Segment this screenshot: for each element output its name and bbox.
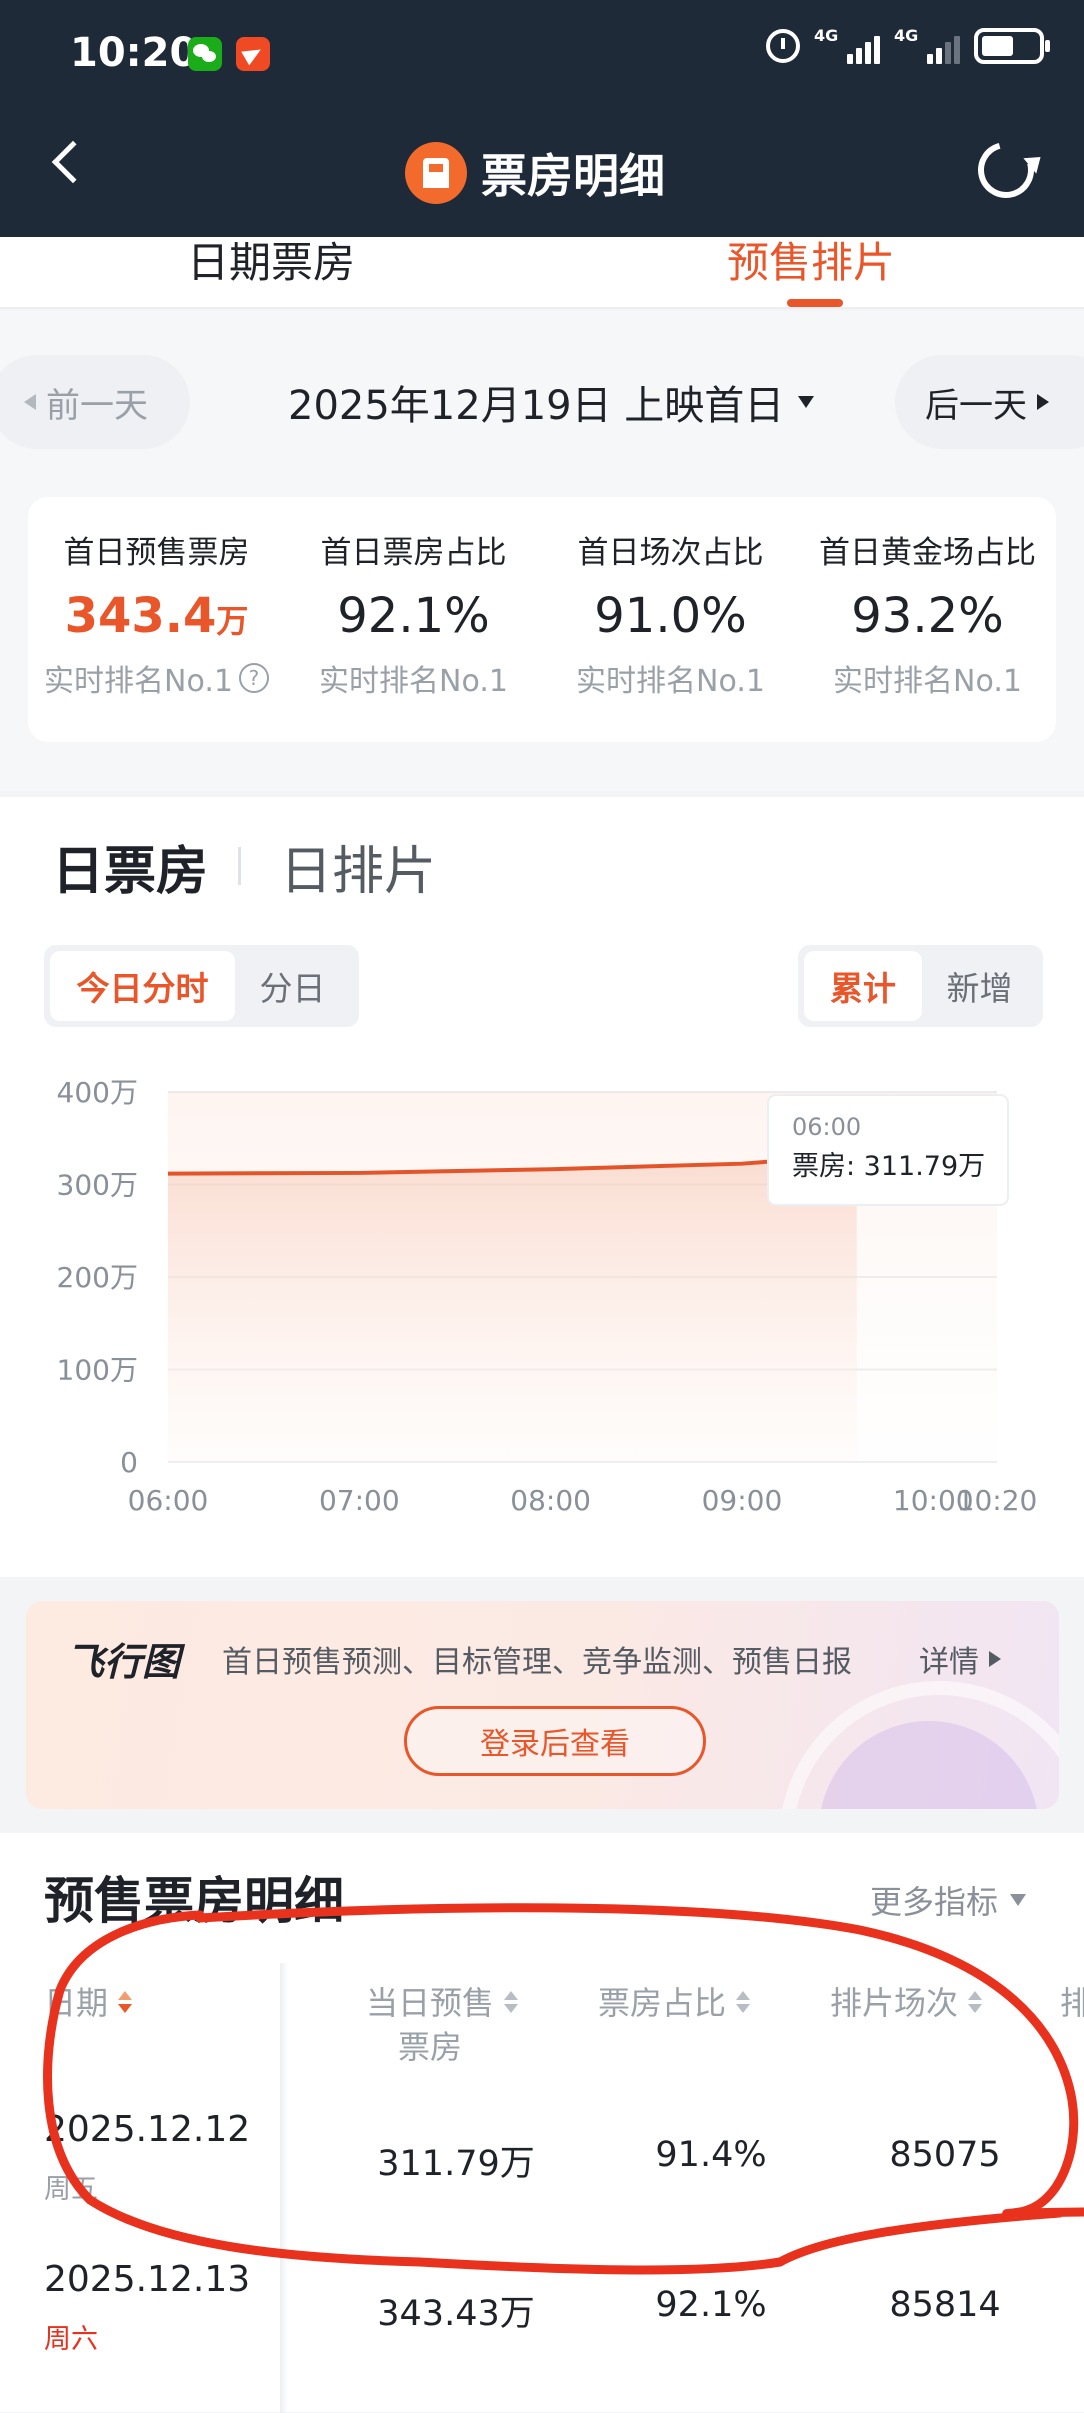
alarm-icon: [766, 29, 800, 63]
tab-presale-schedule[interactable]: 预售排片: [727, 229, 895, 290]
sort-icon: [504, 1991, 519, 2013]
table-title: 预售票房明细: [44, 1872, 344, 1930]
toggle-incremental[interactable]: 新增: [922, 951, 1037, 1021]
battery-icon: [974, 28, 1050, 64]
row-date: 2025.12.13: [44, 2259, 251, 2300]
x-tick-label: 06:00: [128, 1484, 209, 1517]
tab-daily-schedule-chart[interactable]: 日排片: [280, 829, 436, 904]
stat-show-share[interactable]: 首日场次占比 91.0% 实时排名No.1: [542, 527, 799, 700]
toggle-today-hourly[interactable]: 今日分时: [50, 951, 235, 1021]
refresh-icon[interactable]: [967, 131, 1045, 209]
box-office-chart[interactable]: 0 100万 200万 300万 400万 06:00 07:00 08:00 09:00 10…: [0, 1057, 1084, 1557]
app-header: 10:20 4G 4G 票房明细: [0, 0, 1084, 237]
x-tick-label: 09:00: [702, 1484, 783, 1517]
x-tick-label: 07:00: [319, 1484, 400, 1517]
time-granularity-toggle: 今日分时 分日: [44, 945, 359, 1027]
dropdown-triangle-icon: [1010, 1894, 1027, 1906]
row-shows: 85814: [889, 2285, 1001, 2325]
send-icon: [236, 37, 270, 71]
sort-icon: [118, 1991, 133, 2013]
tooltip-value: 票房: 311.79万: [792, 1151, 985, 1182]
tab-divider: [238, 847, 241, 885]
active-tab-indicator: [787, 299, 843, 307]
x-tick-label: 08:00: [510, 1484, 591, 1517]
y-tick-label: 300万: [57, 1169, 138, 1202]
series-area: [168, 1154, 857, 1462]
login-to-view-button[interactable]: 登录后查看: [404, 1706, 706, 1776]
tooltip-time: 06:00: [792, 1113, 861, 1141]
y-tick-label: 400万: [57, 1076, 138, 1109]
chart-section: 日票房 日排片 今日分时 分日 累计 新增 0 100万 200万 300万 400万 …: [0, 797, 1084, 1577]
next-day-button[interactable]: 后一天: [895, 355, 1084, 449]
dropdown-triangle-icon: [798, 396, 815, 408]
tab-daily-box-office[interactable]: 日期票房: [187, 229, 355, 290]
signal-4g-icon: 4G: [894, 26, 960, 64]
stat-golden-show-share[interactable]: 首日黄金场占比 93.2% 实时排名No.1: [799, 527, 1056, 700]
row-presale: 311.79万: [377, 2144, 535, 2184]
status-time: 10:20: [70, 30, 198, 76]
x-tick-label: 10:20: [957, 1484, 1038, 1517]
column-header-extra[interactable]: 排: [1060, 1981, 1084, 2025]
column-header-date[interactable]: 日期: [44, 1981, 133, 2025]
row-share: 91.4%: [655, 2135, 767, 2175]
date-navigator: 前一天 2025年12月19日 上映首日 后一天: [0, 311, 1084, 471]
main-tabs: 日期票房 预售排片: [0, 237, 1084, 309]
help-icon[interactable]: ?: [238, 663, 269, 693]
y-tick-label: 0: [120, 1446, 138, 1479]
row-weekday: 周六: [44, 2324, 98, 2355]
row-share: 92.1%: [655, 2285, 767, 2325]
promo-description: 首日预售预测、目标管理、竞争监测、预售日报: [222, 1645, 852, 1680]
promo-brand-logo: 飞行图: [66, 1640, 181, 1684]
promo-section: 飞行图 首日预售预测、目标管理、竞争监测、预售日报 详情 登录后查看: [0, 1577, 1084, 1833]
triangle-right-icon: [989, 1651, 1001, 1667]
column-header-presale[interactable]: 当日预售 票房: [366, 1981, 519, 2069]
column-header-shows[interactable]: 排片场次: [830, 1981, 983, 2025]
stats-section: 首日预售票房 343.4万 实时排名No.1? 首日票房占比 92.1% 实时排…: [0, 471, 1084, 791]
stat-box-office-share[interactable]: 首日票房占比 92.1% 实时排名No.1: [285, 527, 542, 700]
chart-tooltip: 06:00 票房: 311.79万: [767, 1094, 1009, 1206]
page-title: 票房明细: [405, 140, 665, 206]
sort-icon: [968, 1991, 983, 2013]
promo-banner[interactable]: 飞行图 首日预售预测、目标管理、竞争监测、预售日报 详情 登录后查看: [26, 1601, 1059, 1809]
toggle-daily[interactable]: 分日: [235, 951, 350, 1021]
stat-first-day-presale[interactable]: 首日预售票房 343.4万 实时排名No.1?: [28, 527, 285, 700]
column-header-share[interactable]: 票房占比: [598, 1981, 751, 2025]
date-selector[interactable]: 2025年12月19日 上映首日: [288, 373, 815, 431]
mode-toggle: 累计 新增: [798, 945, 1043, 1027]
page-title-text: 票房明细: [481, 149, 665, 203]
status-icons: 4G 4G: [766, 26, 1050, 64]
prev-day-button[interactable]: 前一天: [0, 355, 190, 449]
row-weekday: 周五: [44, 2174, 98, 2205]
triangle-right-icon: [1037, 394, 1049, 410]
sort-icon: [736, 1991, 751, 2013]
toggle-cumulative[interactable]: 累计: [804, 951, 922, 1021]
row-shows: 85075: [889, 2135, 1001, 2175]
back-arrow-icon[interactable]: [51, 140, 95, 184]
y-tick-label: 200万: [57, 1261, 138, 1294]
y-tick-label: 100万: [57, 1354, 138, 1387]
wechat-icon: [188, 37, 222, 71]
presale-detail-table: 预售票房明细 更多指标 日期 当日预售 票房 票房占比 排片场次 排 2025.1…: [0, 1833, 1084, 2413]
app-logo-icon: [405, 142, 467, 204]
promo-details-link[interactable]: 详情: [919, 1637, 1001, 1681]
more-metrics-dropdown[interactable]: 更多指标: [870, 1877, 1027, 1923]
row-presale: 343.43万: [377, 2294, 535, 2334]
signal-4g-icon: 4G: [814, 26, 880, 64]
stats-card: 首日预售票房 343.4万 实时排名No.1? 首日票房占比 92.1% 实时排…: [28, 497, 1056, 742]
triangle-left-icon: [24, 394, 36, 410]
tab-daily-box-office-chart[interactable]: 日票房: [52, 829, 208, 904]
row-date: 2025.12.12: [44, 2109, 251, 2150]
